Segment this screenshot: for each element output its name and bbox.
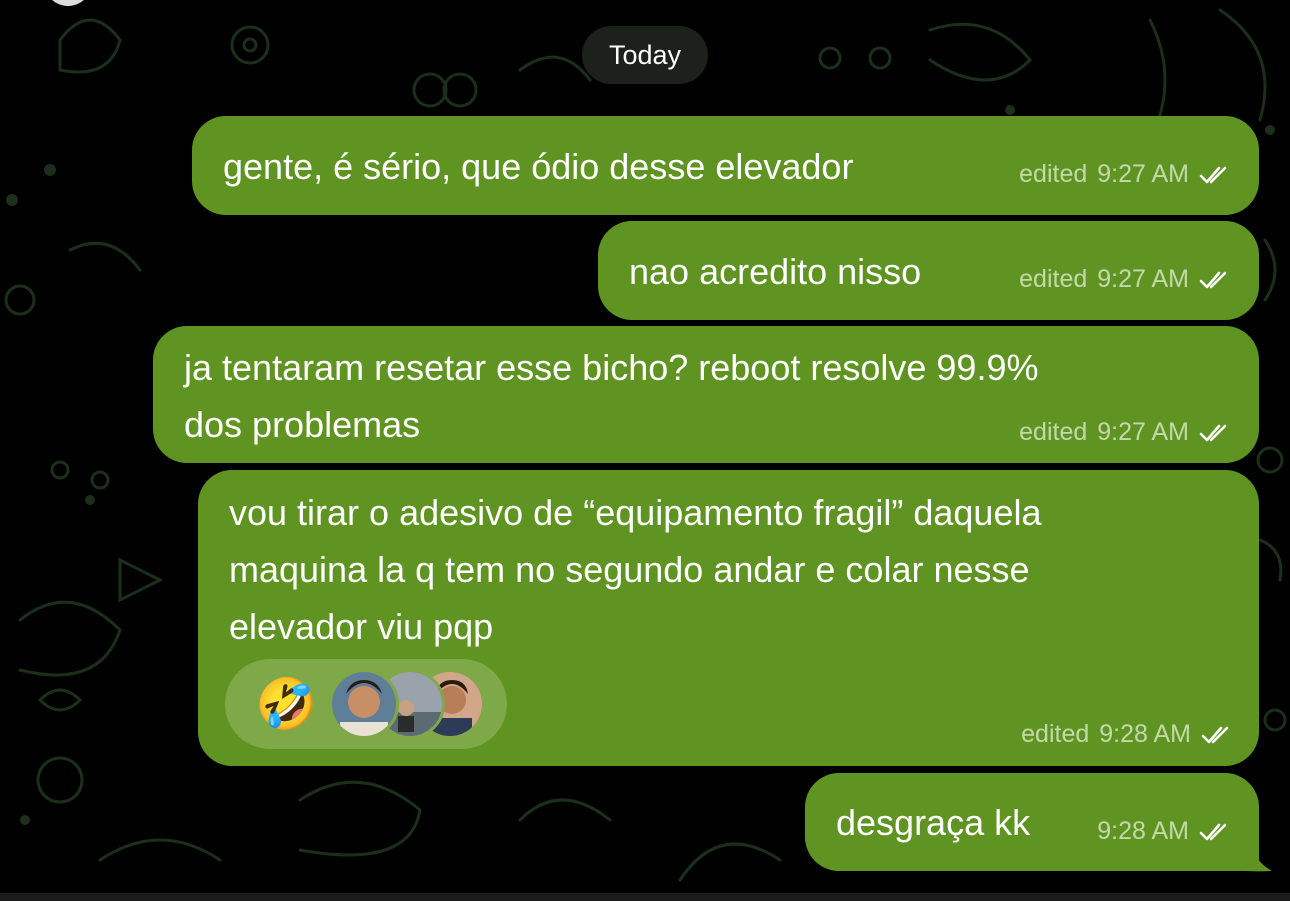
message-bubble[interactable]: ja tentaram resetar esse bicho? reboot r… bbox=[153, 326, 1259, 463]
message-meta: edited 9:27 AM bbox=[1019, 265, 1231, 294]
double-check-icon bbox=[1199, 423, 1231, 443]
message-time: 9:28 AM bbox=[1097, 817, 1189, 845]
message-text-line: elevador viu pqp bbox=[229, 606, 494, 647]
reactor-avatar bbox=[329, 669, 399, 739]
rolling-on-floor-laughing-emoji: 🤣 bbox=[255, 676, 318, 732]
message-meta: edited 9:28 AM bbox=[1021, 720, 1233, 749]
message-meta: edited 9:27 AM bbox=[1019, 418, 1231, 447]
double-check-icon bbox=[1199, 822, 1231, 842]
edited-label: edited bbox=[1021, 720, 1090, 748]
message-text-line: ja tentaram resetar esse bicho? reboot r… bbox=[184, 347, 1039, 388]
message-time: 9:27 AM bbox=[1097, 265, 1189, 293]
edited-label: edited bbox=[1019, 160, 1088, 188]
double-check-icon bbox=[1201, 725, 1233, 745]
message-text: desgraça kk bbox=[836, 802, 1031, 843]
bubble-tail bbox=[1232, 838, 1272, 872]
double-check-icon bbox=[1199, 165, 1231, 185]
message-time: 9:27 AM bbox=[1097, 418, 1189, 446]
message-text-line: dos problemas bbox=[184, 404, 421, 445]
message-bubble[interactable]: vou tirar o adesivo de “equipamento frag… bbox=[198, 470, 1259, 766]
message-bubble[interactable]: nao acredito nisso edited 9:27 AM bbox=[598, 221, 1259, 320]
edited-label: edited bbox=[1019, 418, 1088, 446]
message-text: gente, é sério, que ódio desse elevador bbox=[223, 146, 854, 187]
edited-label: edited bbox=[1019, 265, 1088, 293]
message-text-line: maquina la q tem no segundo andar e cola… bbox=[229, 549, 1030, 590]
message-bubble[interactable]: gente, é sério, que ódio desse elevador … bbox=[192, 116, 1259, 215]
double-check-icon bbox=[1199, 270, 1231, 290]
message-text: nao acredito nisso bbox=[629, 251, 922, 292]
message-meta: 9:28 AM bbox=[1097, 817, 1231, 846]
date-separator: Today bbox=[582, 26, 708, 84]
message-meta: edited 9:27 AM bbox=[1019, 160, 1231, 189]
message-time: 9:28 AM bbox=[1099, 720, 1191, 748]
message-bubble[interactable]: desgraça kk 9:28 AM bbox=[805, 773, 1259, 871]
message-time: 9:27 AM bbox=[1097, 160, 1189, 188]
composer-divider bbox=[0, 893, 1290, 901]
message-text-line: vou tirar o adesivo de “equipamento frag… bbox=[229, 492, 1042, 533]
reaction-pill[interactable]: 🤣 bbox=[225, 659, 507, 749]
